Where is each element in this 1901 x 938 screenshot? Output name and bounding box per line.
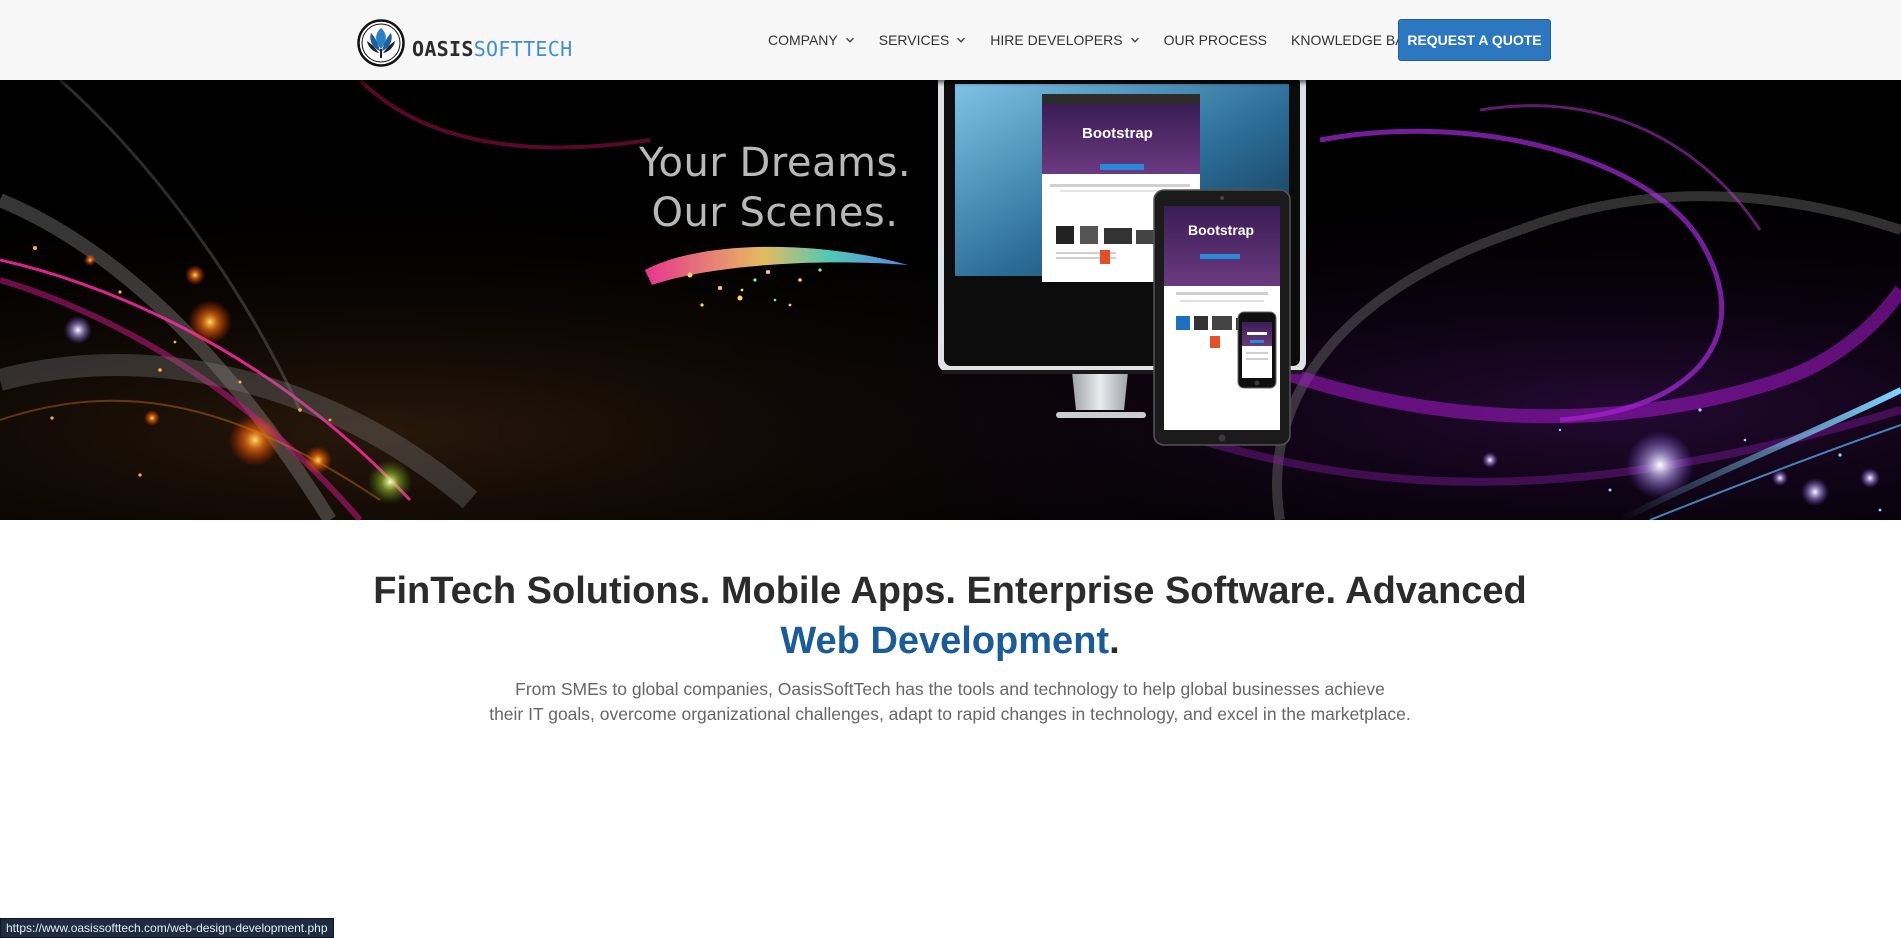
site-header: OASISSOFTTECH COMPANY SERVICES HIRE DEVE… xyxy=(0,0,1901,80)
headline-period: . xyxy=(1109,620,1120,662)
nav-item-label: SERVICES xyxy=(878,32,950,48)
main-nav: COMPANY SERVICES HIRE DEVELOPERS OUR PRO… xyxy=(768,20,1423,60)
main-headline: FinTech Solutions. Mobile Apps. Enterpri… xyxy=(330,566,1570,666)
tagline-line-2: Our Scenes. xyxy=(651,190,899,236)
monitor-bootstrap-text: Bootstrap xyxy=(1082,125,1153,142)
nav-item-label: HIRE DEVELOPERS xyxy=(990,32,1123,48)
headline-text: FinTech Solutions. Mobile Apps. Enterpri… xyxy=(373,570,1527,612)
nav-item-hire-developers[interactable]: HIRE DEVELOPERS xyxy=(990,32,1139,48)
chevron-down-icon xyxy=(957,37,966,43)
leaf-logo-icon xyxy=(357,19,405,67)
nav-item-services[interactable]: SERVICES xyxy=(879,32,967,48)
logo-wordmark: OASISSOFTTECH xyxy=(412,37,572,61)
hero-tagline: Your Dreams. Our Scenes. xyxy=(630,138,920,238)
logo-text-part1: OASIS xyxy=(412,37,474,61)
nav-item-label: OUR PROCESS xyxy=(1163,32,1268,48)
chevron-down-icon xyxy=(845,37,854,43)
browser-status-bar: https://www.oasissofttech.com/web-design… xyxy=(0,918,334,938)
nav-item-company[interactable]: COMPANY xyxy=(768,32,855,48)
hero-background: Bootstrap Bootstrap xyxy=(0,80,1901,520)
nav-item-our-process[interactable]: OUR PROCESS xyxy=(1164,32,1267,48)
intro-paragraph: From SMEs to global companies, OasisSoft… xyxy=(430,677,1470,727)
tagline-line-1: Your Dreams. xyxy=(638,140,912,186)
logo-text-part2: SOFTTECH xyxy=(473,37,573,61)
hero-banner: Bootstrap Bootstrap Your Dreams. Our Sce… xyxy=(0,80,1901,520)
web-development-link[interactable]: Web Development xyxy=(780,620,1109,662)
request-quote-button[interactable]: REQUEST A QUOTE xyxy=(1398,19,1551,61)
intro-line-1: From SMEs to global companies, OasisSoft… xyxy=(515,679,1385,699)
intro-line-2: their IT goals, overcome organizational … xyxy=(489,704,1411,724)
tablet-bootstrap-text: Bootstrap xyxy=(1188,222,1254,238)
site-logo[interactable]: OASISSOFTTECH xyxy=(357,16,577,70)
chevron-down-icon xyxy=(1130,37,1139,43)
nav-item-label: COMPANY xyxy=(768,32,838,48)
